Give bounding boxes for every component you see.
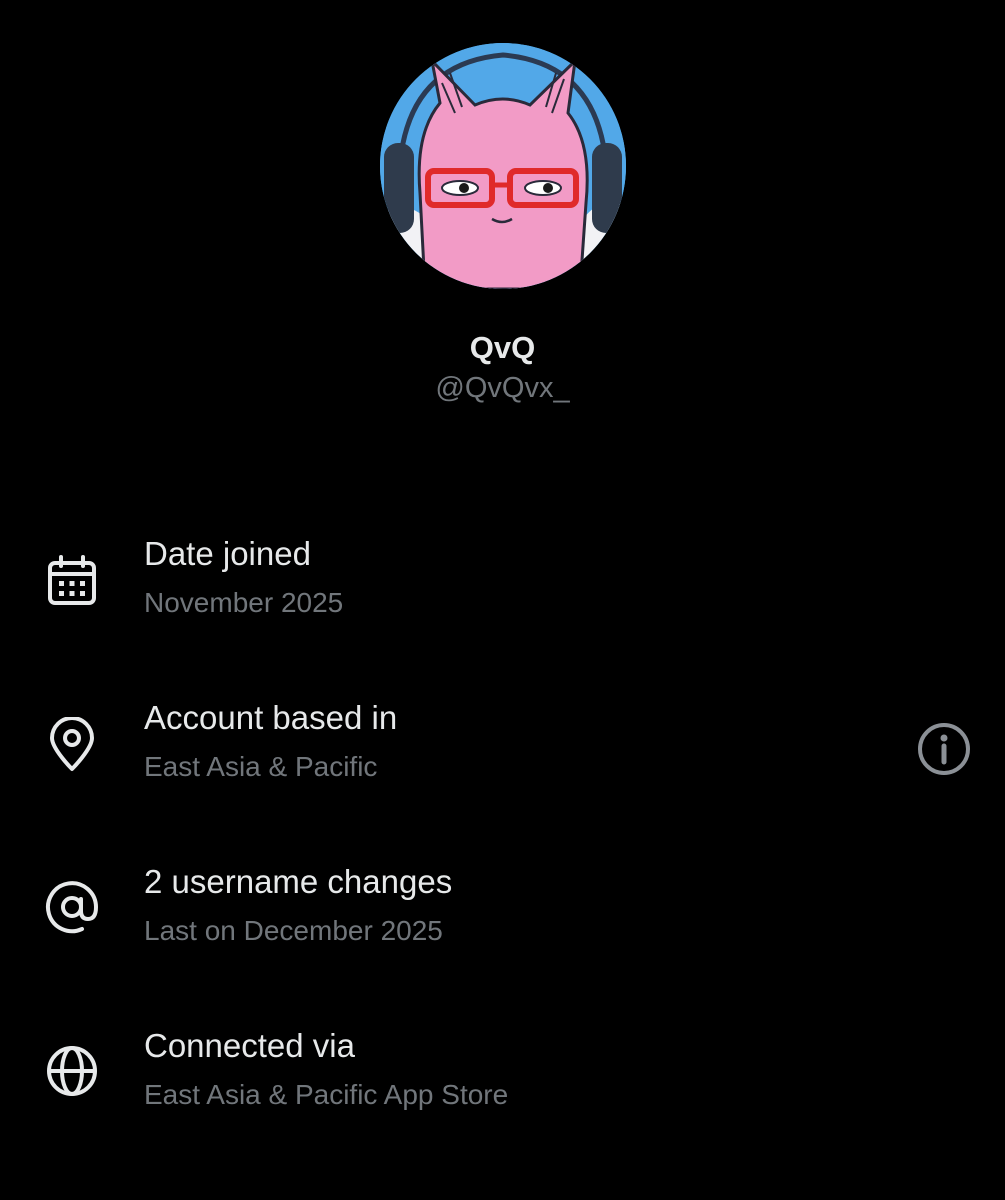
connected-via-row: Connected via East Asia & Pacific App St… bbox=[0, 1027, 1005, 1157]
date-joined-value: November 2025 bbox=[144, 587, 344, 618]
username-changes-row: 2 username changes Last on December 2025 bbox=[0, 863, 1005, 993]
avatar[interactable] bbox=[380, 43, 626, 289]
account-based-in-row: Account based in East Asia & Pacific bbox=[0, 699, 1005, 829]
globe-icon bbox=[44, 1043, 100, 1099]
username-changes-value: Last on December 2025 bbox=[144, 915, 443, 946]
connected-via-value: East Asia & Pacific App Store bbox=[144, 1079, 509, 1110]
date-joined-label: Date joined bbox=[144, 535, 311, 572]
account-based-in-value: East Asia & Pacific bbox=[144, 751, 378, 782]
account-based-in-label: Account based in bbox=[144, 699, 398, 736]
info-icon[interactable] bbox=[914, 719, 974, 779]
connected-via-label: Connected via bbox=[144, 1027, 355, 1064]
calendar-icon bbox=[44, 553, 100, 609]
location-pin-icon bbox=[44, 717, 100, 773]
username-handle: @QvQvx_ bbox=[435, 372, 570, 404]
username-changes-label: 2 username changes bbox=[144, 863, 453, 900]
display-name: QvQ bbox=[469, 330, 536, 365]
avatar-image bbox=[380, 43, 626, 289]
at-sign-icon bbox=[44, 879, 100, 935]
date-joined-row: Date joined November 2025 bbox=[0, 535, 1005, 665]
